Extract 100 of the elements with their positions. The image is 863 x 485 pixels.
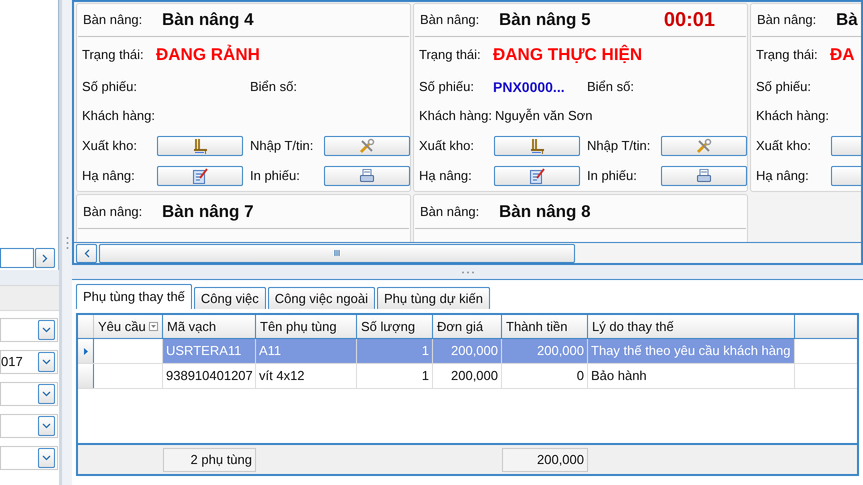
action-label: Nhập T/tin: <box>587 137 652 156</box>
chevron-down-icon <box>42 327 51 333</box>
action-button[interactable] <box>494 166 580 186</box>
tab[interactable]: Phụ tùng thay thế <box>76 284 192 309</box>
plate-label: Biển số: <box>250 78 297 96</box>
action-label: Hạ nâng: <box>82 167 136 186</box>
action-label: In phiếu: <box>587 167 638 186</box>
action-button[interactable] <box>324 166 410 186</box>
current-row-icon <box>84 348 88 354</box>
column-header[interactable]: Thành tiền <box>502 315 588 338</box>
shelf-icon <box>529 138 545 154</box>
column-header[interactable]: Tên phụ tùng <box>256 315 357 338</box>
filter-icon[interactable] <box>149 322 158 331</box>
action-label: Hạ nâng: <box>419 167 473 186</box>
dropdown-button[interactable] <box>38 384 55 404</box>
splitter-grip-icon <box>66 236 68 250</box>
customer-label: Khách hàng: <box>756 107 830 126</box>
plate-label: Biển số: <box>587 78 634 96</box>
action-button[interactable] <box>324 136 410 156</box>
table-cell: A11 <box>256 339 357 363</box>
row-indicator[interactable] <box>78 339 94 363</box>
edit-icon <box>192 168 208 184</box>
action-label: Xuất kho: <box>756 137 812 156</box>
grip-icon <box>334 250 340 256</box>
tab[interactable]: Phụ tùng dự kiến <box>376 287 490 309</box>
status-value: ĐANG RẢNH <box>156 44 260 66</box>
status-value: ĐA <box>830 44 855 66</box>
table-cell: USRTERA11 <box>163 339 256 363</box>
table-cell: 200,000 <box>502 339 588 363</box>
lift-name: Bà <box>836 9 858 32</box>
chevron-down-icon <box>42 391 51 397</box>
table-cell: 1 <box>357 364 433 388</box>
column-header[interactable]: Lý do thay thế <box>588 315 795 338</box>
column-header[interactable]: Số lượng <box>357 315 433 338</box>
chevron-down-icon <box>42 423 51 429</box>
tab[interactable]: Công việc ngoài <box>268 287 375 309</box>
dropdown-button[interactable] <box>38 416 55 436</box>
lift-name: Bàn nâng 4 <box>162 9 254 32</box>
combo-box[interactable] <box>0 318 58 342</box>
action-button[interactable] <box>494 136 580 156</box>
lift-label: Bàn nâng: <box>420 11 480 30</box>
dropdown-button[interactable] <box>38 448 55 468</box>
lift-name: Bàn nâng 7 <box>162 200 254 223</box>
chevron-down-icon <box>42 455 51 461</box>
lift-label: Bàn nâng: <box>757 11 818 30</box>
table-cell: 0 <box>502 364 588 388</box>
summary-value: 2 phụ tùng <box>163 448 256 472</box>
customer-value: Nguyễn văn Sơn <box>495 107 592 126</box>
action-label: Hạ nâng: <box>756 167 810 186</box>
ticket-label: Số phiếu: <box>756 78 812 96</box>
printer-icon <box>696 168 712 184</box>
lift-label: Bàn nâng: <box>420 202 480 221</box>
dropdown-button[interactable] <box>38 352 55 372</box>
status-label: Trạng thái: <box>756 46 819 64</box>
ticket-label: Số phiếu: <box>82 78 138 96</box>
status-label: Trạng thái: <box>419 46 482 64</box>
scroll-left-button[interactable] <box>76 244 97 262</box>
action-button[interactable] <box>661 136 747 156</box>
lift-label: Bàn nâng: <box>83 11 144 30</box>
chevron-left-icon <box>84 248 90 258</box>
action-button[interactable] <box>157 166 243 186</box>
action-label: Nhập T/tin: <box>250 137 314 156</box>
ticket-label: Số phiếu: <box>419 78 475 96</box>
action-button[interactable] <box>157 136 243 156</box>
combo-value: 017 <box>1 354 23 370</box>
tools-icon <box>696 138 712 154</box>
scroll-thumb[interactable] <box>99 244 575 262</box>
printer-icon <box>359 168 375 184</box>
shelf-icon <box>192 138 208 154</box>
row-indicator[interactable] <box>78 364 94 388</box>
action-label: In phiếu: <box>250 167 301 186</box>
table-cell: 200,000 <box>433 339 502 363</box>
combo-box[interactable] <box>0 382 58 406</box>
status-value: ĐANG THỰC HIỆN <box>493 44 642 66</box>
dropdown-button[interactable] <box>38 320 55 340</box>
lift-name: Bàn nâng 5 <box>499 9 591 32</box>
combo-box[interactable] <box>0 414 58 438</box>
edit-icon <box>529 168 545 184</box>
ticket-value: PNX0000... <box>493 78 565 96</box>
table-cell: 200,000 <box>433 364 502 388</box>
table-cell: vít 4x12 <box>256 364 357 388</box>
chevron-right-icon <box>42 254 48 262</box>
summary-value: 200,000 <box>502 448 588 472</box>
scroll-right-button[interactable] <box>35 248 55 268</box>
tab[interactable]: Công việc <box>194 287 266 309</box>
table-cell: 1 <box>357 339 433 363</box>
lift-label: Bàn nâng: <box>83 202 144 221</box>
splitter-grip-icon <box>460 270 474 274</box>
column-header[interactable]: Mã vạch <box>163 315 256 338</box>
combo-box[interactable]: 017 <box>0 350 58 374</box>
timer: 00:01 <box>664 8 715 33</box>
table-cell: 938910401207 <box>163 364 256 388</box>
lift-name: Bàn nâng 8 <box>499 200 591 223</box>
combo-box[interactable] <box>0 446 58 470</box>
table-cell: Bảo hành <box>588 364 795 388</box>
column-header[interactable]: Yêu cầu <box>94 315 163 338</box>
action-button[interactable] <box>661 166 747 186</box>
column-header[interactable]: Đơn giá <box>433 315 502 338</box>
customer-label: Khách hàng: <box>82 107 156 126</box>
tools-icon <box>359 138 375 154</box>
